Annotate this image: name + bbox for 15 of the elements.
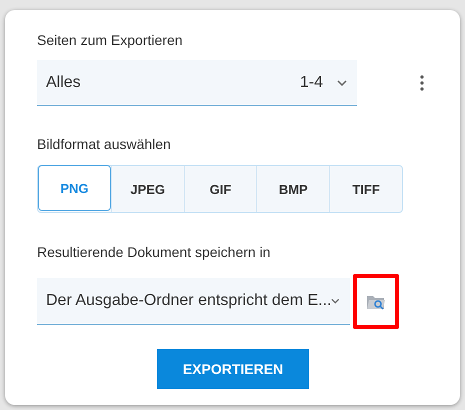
section-label: Seiten zum Exportieren [37,31,184,50]
format-tab[interactable]: BMP [256,166,330,212]
section-label: Resultierende Dokument speichern in [37,243,272,262]
format-tab[interactable]: PNG [38,165,111,211]
chevron-icon [331,298,340,304]
pages-dropdown[interactable]: Alles 1-4 [37,60,357,106]
export-button[interactable]: EXPORTIEREN [157,349,309,389]
more-icon[interactable] [420,75,424,91]
format-tab[interactable]: GIF [184,166,256,212]
format-tab[interactable]: TIFF [329,166,402,212]
chevron-icon [337,80,347,86]
section-label: Bildformat auswählen [37,135,172,154]
folder-search-icon[interactable] [366,294,386,310]
format-tab[interactable]: JPEG [110,166,184,212]
folder-dropdown[interactable]: Der Ausgabe-Ordner entspricht dem E... [37,278,350,325]
